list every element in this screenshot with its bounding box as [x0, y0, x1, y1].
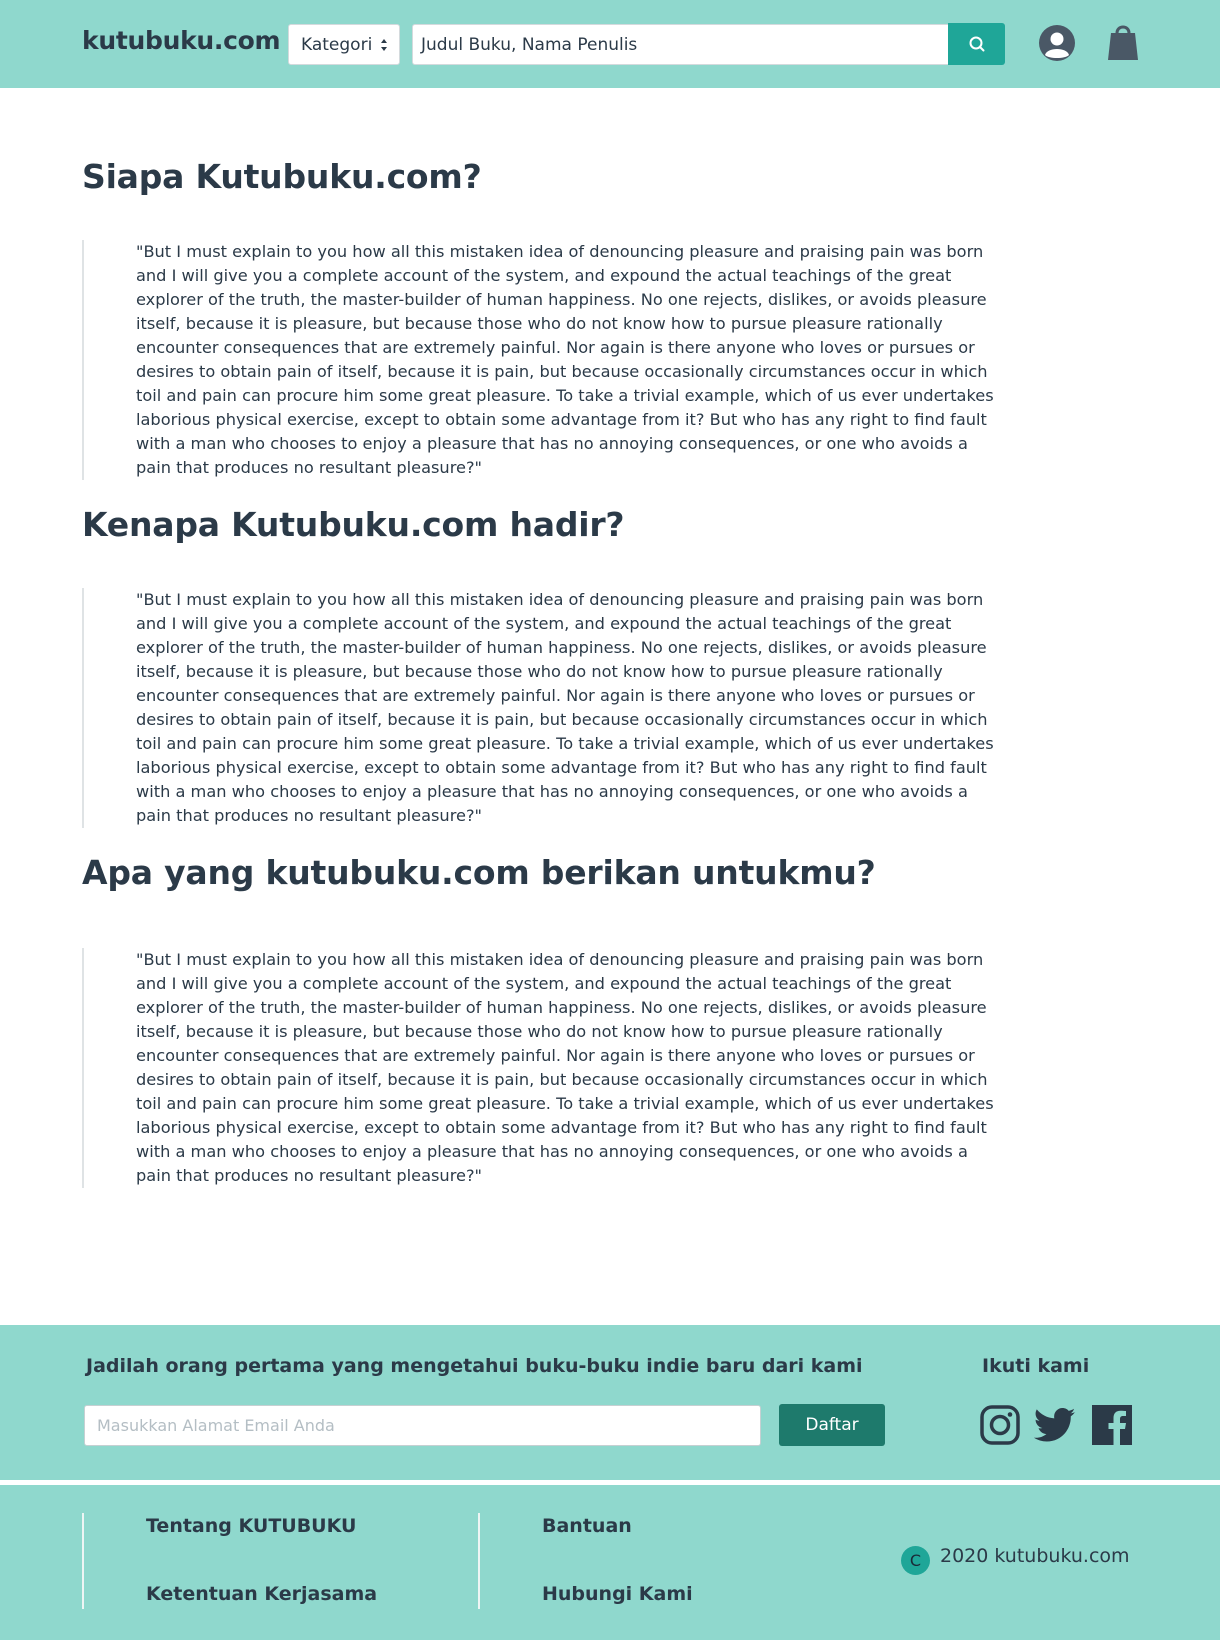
search-input[interactable]: Judul Buku, Nama Penulis — [412, 24, 949, 65]
quote-text: "But I must explain to you how all this … — [136, 950, 994, 1185]
email-field[interactable] — [84, 1405, 761, 1446]
footer-divider-line — [82, 1513, 84, 1609]
site-header: kutubuku.com Kategori Judul Buku, Nama P… — [0, 0, 1220, 88]
shopping-bag-icon[interactable] — [1106, 20, 1140, 62]
user-account-icon[interactable] — [1038, 24, 1076, 62]
footer-link-about[interactable]: Tentang KUTUBUKU — [146, 1515, 356, 1537]
quote-text: "But I must explain to you how all this … — [136, 242, 994, 477]
category-select[interactable]: Kategori — [288, 24, 400, 65]
footer-link-contact[interactable]: Hubungi Kami — [542, 1583, 693, 1605]
facebook-icon[interactable] — [1091, 1404, 1133, 1446]
quote-text: "But I must explain to you how all this … — [136, 590, 994, 825]
footer-link-partnership[interactable]: Ketentuan Kerjasama — [146, 1583, 377, 1605]
copyright-text: 2020 kutubuku.com — [940, 1545, 1130, 1567]
select-arrows-icon — [381, 39, 387, 51]
section-quote-what: "But I must explain to you how all this … — [82, 948, 1002, 1188]
copyright-icon: C — [901, 1546, 930, 1575]
twitter-icon[interactable] — [1033, 1404, 1077, 1446]
section-quote-why: "But I must explain to you how all this … — [82, 588, 1002, 828]
section-quote-who: "But I must explain to you how all this … — [82, 240, 1002, 480]
category-select-label: Kategori — [301, 34, 373, 55]
search-input-value: Judul Buku, Nama Penulis — [421, 34, 638, 55]
footer-divider-line — [478, 1513, 480, 1609]
section-title-what: Apa yang kutubuku.com berikan untukmu? — [82, 853, 876, 892]
search-button[interactable] — [948, 23, 1005, 65]
subscribe-button[interactable]: Daftar — [779, 1404, 885, 1446]
follow-us-title: Ikuti kami — [982, 1355, 1090, 1377]
newsletter-section: Jadilah orang pertama yang mengetahui bu… — [0, 1325, 1220, 1480]
site-logo[interactable]: kutubuku.com — [82, 26, 281, 55]
footer-link-help[interactable]: Bantuan — [542, 1515, 632, 1537]
section-title-who: Siapa Kutubuku.com? — [82, 157, 482, 196]
section-title-why: Kenapa Kutubuku.com hadir? — [82, 505, 625, 544]
bottom-footer: Tentang KUTUBUKU Ketentuan Kerjasama Ban… — [0, 1485, 1220, 1640]
instagram-icon[interactable] — [979, 1404, 1021, 1446]
newsletter-title: Jadilah orang pertama yang mengetahui bu… — [86, 1355, 863, 1377]
search-icon — [969, 36, 984, 52]
